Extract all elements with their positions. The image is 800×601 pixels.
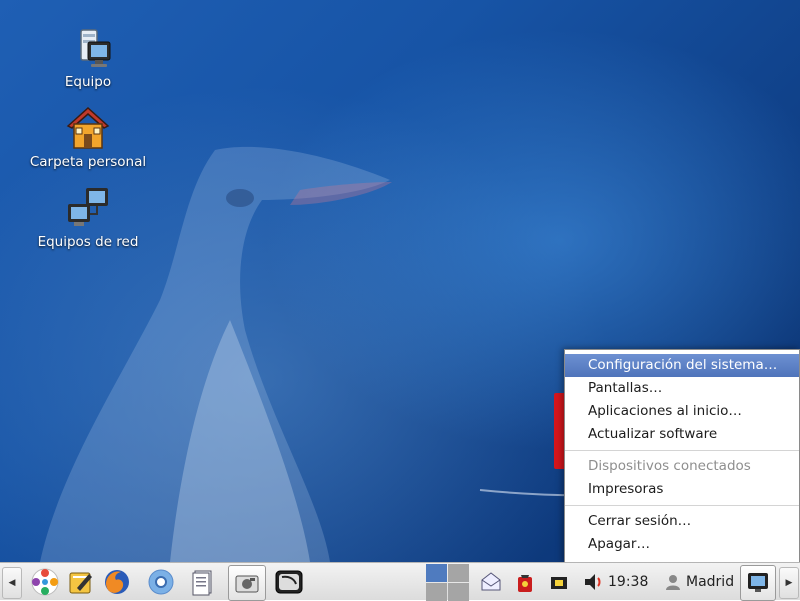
menu-separator <box>565 450 799 451</box>
desktop-icon-network[interactable]: Equipos de red <box>23 184 153 250</box>
desktop-icon-label: Carpeta personal <box>29 154 147 170</box>
volume-icon <box>585 574 601 590</box>
notes-icon <box>69 572 92 594</box>
triangle-left-icon: ◀ <box>8 578 16 588</box>
scroll-right-button[interactable]: ▶ <box>779 567 799 599</box>
workspace-3[interactable] <box>426 583 447 601</box>
workspace-2[interactable] <box>448 564 469 582</box>
tray-network[interactable] <box>542 565 576 599</box>
tray-volume[interactable] <box>576 565 610 599</box>
workspace-switcher[interactable] <box>426 563 470 601</box>
user-menu[interactable]: Madrid <box>664 563 734 601</box>
clock[interactable]: 19:38 <box>608 563 648 601</box>
home-folder-icon <box>66 106 110 149</box>
system-menu-button[interactable] <box>740 565 776 601</box>
launcher-app-menu[interactable] <box>28 565 62 599</box>
firefox-icon <box>105 570 129 594</box>
terminal-icon <box>275 570 303 594</box>
network-icon <box>68 188 108 226</box>
menu-item-log-out[interactable]: Cerrar sesión… <box>565 510 799 533</box>
system-menu: Configuración del sistema… Pantallas… Ap… <box>564 349 800 564</box>
launcher-screenshot[interactable] <box>228 565 266 601</box>
desktop-icon-label: Equipo <box>64 74 112 90</box>
scroll-left-button[interactable]: ◀ <box>2 567 22 599</box>
screenshot-icon <box>235 575 259 593</box>
computer-icon <box>748 573 768 592</box>
menu-item-startup-apps[interactable]: Aplicaciones al inicio… <box>565 400 799 423</box>
desktop-icon-computer[interactable]: Equipo <box>23 24 153 90</box>
launcher-terminal[interactable] <box>272 565 306 599</box>
menu-item-displays[interactable]: Pantallas… <box>565 377 799 400</box>
launcher-notes[interactable] <box>64 565 98 599</box>
tray-updates[interactable] <box>508 565 542 599</box>
menu-item-printers[interactable]: Impresoras <box>565 478 799 501</box>
launcher-firefox[interactable] <box>100 565 134 599</box>
desktop-icon-home[interactable]: Carpeta personal <box>23 104 153 170</box>
red-window-edge <box>554 393 564 469</box>
mail-icon <box>481 572 501 591</box>
menu-separator <box>565 505 799 506</box>
user-icon <box>666 575 680 590</box>
triangle-right-icon: ▶ <box>785 578 793 588</box>
launcher-chromium[interactable] <box>144 565 178 599</box>
computer-icon <box>80 29 111 67</box>
desktop-icon-label: Equipos de red <box>37 234 139 250</box>
app-menu-icon <box>31 568 59 596</box>
workspace-4[interactable] <box>448 583 469 601</box>
network-icon <box>551 577 567 589</box>
document-icon <box>192 570 212 596</box>
launcher-documents[interactable] <box>186 565 220 599</box>
updates-icon <box>518 575 532 592</box>
chromium-icon <box>148 569 174 595</box>
taskbar: ◀ 19:38 Madrid ▶ <box>0 562 800 601</box>
tray-mail[interactable] <box>474 565 508 599</box>
workspace-1[interactable] <box>426 564 447 582</box>
user-name: Madrid <box>686 574 735 590</box>
menu-item-update-software[interactable]: Actualizar software <box>565 423 799 446</box>
menu-item-system-settings[interactable]: Configuración del sistema… <box>565 354 799 377</box>
menu-item-shutdown[interactable]: Apagar… <box>565 533 799 556</box>
menu-item-connected-devices: Dispositivos conectados <box>588 458 751 474</box>
